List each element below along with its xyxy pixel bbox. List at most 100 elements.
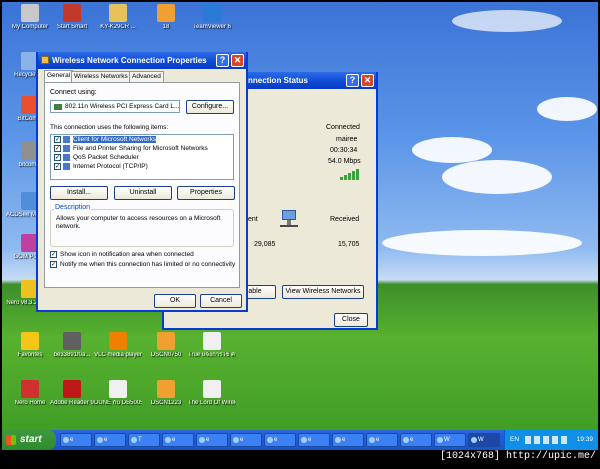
- desktop-icon[interactable]: My Computer: [6, 4, 54, 31]
- help-icon[interactable]: ?: [216, 54, 229, 67]
- taskbar-button[interactable]: e: [94, 433, 126, 447]
- desktop-icon[interactable]: The Lord Of Wireless Do...: [188, 380, 236, 407]
- list-item[interactable]: ✓ Internet Protocol (TCP/IP): [51, 162, 233, 171]
- close-icon[interactable]: ✕: [361, 74, 374, 87]
- desktop-icon-label: True แจ้งการใช้ ค่าการใช้งาน...: [188, 352, 236, 358]
- network-activity-icon: [278, 208, 300, 230]
- adapter-field: 802.11n Wireless PCI Express Card L...: [50, 100, 180, 113]
- view-wireless-networks-button[interactable]: View Wireless Networks: [282, 285, 364, 299]
- signal-bar: [352, 171, 355, 180]
- desktop-icon[interactable]: Adobe Reader 9: [48, 380, 96, 407]
- taskbar-button-label: e: [342, 437, 346, 443]
- list-item[interactable]: ✓ Client for Microsoft Networks: [51, 135, 233, 144]
- app-icon: [437, 437, 443, 443]
- show-icon-label: Show icon in notification area when conn…: [60, 251, 194, 258]
- taskbar-button[interactable]: e: [230, 433, 262, 447]
- taskbar-button[interactable]: W: [468, 433, 500, 447]
- taskbar-button[interactable]: e: [196, 433, 228, 447]
- cloud: [382, 230, 582, 256]
- desktop-icon[interactable]: Nero Home: [6, 380, 54, 407]
- install-button[interactable]: Install...: [50, 186, 108, 200]
- desktop-icon-label: TeamViewer 6: [193, 24, 231, 30]
- items-label: This connection uses the following items…: [50, 124, 169, 131]
- cloud: [412, 137, 492, 163]
- cloud: [537, 97, 597, 121]
- signal-bar: [356, 169, 359, 180]
- desktop-icon[interactable]: DSCN1223: [142, 380, 190, 407]
- taskbar-button[interactable]: e: [60, 433, 92, 447]
- desktop-icon-image: [157, 380, 175, 398]
- properties-window-titlebar[interactable]: Wireless Network Connection Properties ?…: [38, 52, 246, 69]
- notify-label: Notify me when this connection has limit…: [60, 261, 236, 268]
- sent-value: 29,085: [254, 241, 276, 248]
- image-caption: [1024x768] http://upic.me/: [439, 451, 596, 462]
- tab-advanced[interactable]: Advanced: [129, 71, 164, 82]
- desktop-icon-label: The Lord Of Wireless Do...: [188, 400, 236, 406]
- uninstall-button[interactable]: Uninstall: [114, 186, 172, 200]
- taskbar-button-label: e: [172, 437, 176, 443]
- list-item[interactable]: ✓ QoS Packet Scheduler: [51, 153, 233, 162]
- ok-button[interactable]: OK: [154, 294, 196, 308]
- configure-button[interactable]: Configure...: [186, 100, 234, 114]
- taskbar-button[interactable]: e: [298, 433, 330, 447]
- item-checkbox[interactable]: ✓: [54, 163, 61, 170]
- speed-value: 54.0 Mbps: [328, 158, 361, 165]
- desktop-icon-label: VLC media player: [94, 352, 142, 358]
- language-indicator[interactable]: EN: [510, 430, 519, 450]
- taskbar-button[interactable]: W: [434, 433, 466, 447]
- desktop-icon-image: [203, 332, 221, 350]
- item-label: File and Printer Sharing for Microsoft N…: [73, 145, 208, 152]
- desktop-icon[interactable]: be33891f0a...: [48, 332, 96, 359]
- desktop-icon-image: [157, 4, 175, 22]
- connect-using-label: Connect using:: [50, 89, 97, 96]
- taskbar-button[interactable]: T: [128, 433, 160, 447]
- properties-button[interactable]: Properties: [177, 186, 235, 200]
- desktop-icon[interactable]: KY-K29CR ...: [94, 4, 142, 31]
- item-checkbox[interactable]: ✓: [54, 154, 61, 161]
- component-icon: [63, 136, 70, 143]
- desktop-icon[interactable]: 18: [142, 4, 190, 31]
- taskbar-button-label: e: [376, 437, 380, 443]
- taskbar-button[interactable]: e: [332, 433, 364, 447]
- close-button[interactable]: Close: [334, 313, 368, 327]
- duration-value: 00:30:34: [330, 147, 358, 154]
- cloud: [442, 160, 552, 194]
- app-icon: [369, 437, 375, 443]
- desktop-icon[interactable]: DUNE กับ DB5005: [94, 380, 142, 407]
- desktop-icon[interactable]: VLC media player: [94, 332, 142, 359]
- system-tray: EN 19:39: [504, 430, 598, 450]
- taskbar-button-label: e: [410, 437, 414, 443]
- signal-bar: [348, 173, 351, 180]
- show-icon-checkbox[interactable]: ✓: [50, 251, 57, 258]
- item-checkbox[interactable]: ✓: [54, 145, 61, 152]
- desktop-icon-label: DSCN0750: [150, 352, 182, 358]
- item-label: Internet Protocol (TCP/IP): [73, 163, 148, 170]
- taskbar-button[interactable]: e: [400, 433, 432, 447]
- close-icon[interactable]: ✕: [231, 54, 244, 67]
- taskbar-button[interactable]: e: [264, 433, 296, 447]
- desktop-icon[interactable]: Favorites: [6, 332, 54, 359]
- desktop-icon-image: [63, 332, 81, 350]
- taskbar-button[interactable]: e: [162, 433, 194, 447]
- items-list[interactable]: ✓ Client for Microsoft Networks ✓ File and …: [50, 134, 234, 180]
- item-checkbox[interactable]: ✓: [54, 136, 61, 143]
- desktop-icon[interactable]: TeamViewer 6: [188, 4, 236, 31]
- app-icon: [63, 437, 69, 443]
- taskbar-button-label: W: [444, 437, 450, 443]
- help-icon[interactable]: ?: [346, 74, 359, 87]
- taskbar-button[interactable]: e: [366, 433, 398, 447]
- taskbar-button-label: e: [308, 437, 312, 443]
- desktop-icon-label: DUNE กับ DB5005: [94, 400, 142, 406]
- list-item[interactable]: ✓ File and Printer Sharing for Microsoft …: [51, 144, 233, 153]
- desktop-icon-image: [21, 380, 39, 398]
- desktop-icon[interactable]: DSCN0750: [142, 332, 190, 359]
- cancel-button[interactable]: Cancel: [200, 294, 242, 308]
- desktop-icon[interactable]: Start Smart: [48, 4, 96, 31]
- network-card-icon: [54, 104, 62, 110]
- start-button[interactable]: start: [2, 430, 56, 450]
- tab-wireless-networks[interactable]: Wireless Networks: [71, 71, 131, 82]
- desktop-icon[interactable]: True แจ้งการใช้ ค่าการใช้งาน...: [188, 332, 236, 359]
- taskbar: start e e Te e e e e e e e W W EN 19:39: [2, 430, 598, 450]
- notify-checkbox[interactable]: ✓: [50, 261, 57, 268]
- desktop-icon-image: [203, 4, 221, 22]
